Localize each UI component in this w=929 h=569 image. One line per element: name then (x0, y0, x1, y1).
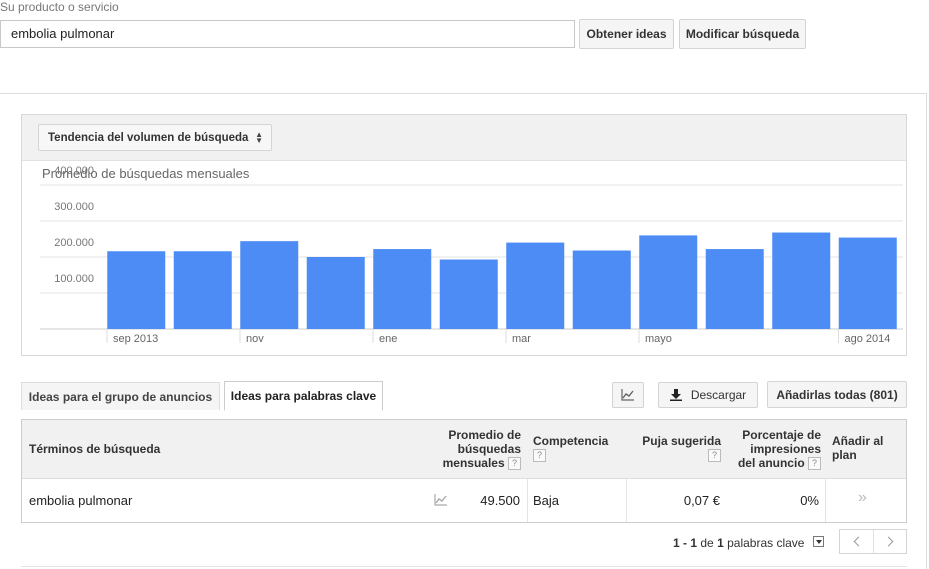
x-tick-label: nov (246, 333, 264, 345)
y-tick-label: 300.000 (54, 201, 94, 213)
bar-jun-2014[interactable] (705, 249, 764, 329)
keyword-table: Términos de búsqueda Promedio de búsqued… (21, 419, 907, 523)
x-tick-label: mar (512, 333, 531, 345)
add-to-plan-button[interactable]: » (858, 489, 867, 507)
add-all-button[interactable]: Añadirlas todas (801) (767, 381, 907, 408)
y-tick-label: 400.000 (54, 165, 94, 177)
download-button[interactable]: Descargar (658, 382, 758, 408)
row-impression-share: 0% (800, 493, 819, 508)
chevron-right-icon (883, 536, 894, 547)
bar-may-2014[interactable] (639, 235, 698, 329)
header-add-to-plan: Añadir al plan (832, 434, 883, 462)
bar-dic-2013[interactable] (306, 257, 365, 329)
tab-keyword-ideas-label: Ideas para palabras clave (230, 389, 377, 403)
header-ad-impression-share[interactable]: Porcentaje de impresiones del anuncio ? (726, 428, 821, 471)
download-icon (669, 389, 682, 401)
bar-abr-2014[interactable] (572, 250, 631, 329)
help-icon[interactable]: ? (708, 449, 721, 463)
row-cell-divider (825, 479, 826, 522)
x-tick-label: mayo (645, 333, 672, 345)
line-chart-icon (621, 389, 634, 401)
header-competition-label: Competencia (533, 434, 609, 448)
bar-nov-2013[interactable] (240, 241, 299, 329)
row-avg-searches: 49.500 (480, 493, 520, 508)
header-avg-searches[interactable]: Promedio de búsquedas mensuales ? (427, 428, 521, 471)
help-icon[interactable]: ? (533, 449, 546, 463)
caret-down-icon (815, 539, 822, 544)
bar-sep-2013[interactable] (107, 251, 166, 329)
pagination-total: 1 (717, 536, 724, 550)
pagination-unit: palabras clave (727, 536, 805, 550)
x-tick-label: ene (379, 333, 397, 345)
search-volume-chart: 100.000 200.000 300.000 400.000 sep 2013 nov e… (40, 165, 903, 345)
pagination-summary: 1 - 1 de 1 palabras clave (673, 536, 804, 550)
header-avg-line1: Promedio de (448, 428, 521, 442)
pagination-buttons (839, 529, 907, 554)
pagination-of: de (700, 536, 714, 550)
row-competition: Baja (533, 493, 560, 508)
header-bid-label: Puja sugerida (642, 434, 721, 448)
pagination-range: 1 - 1 (673, 536, 698, 550)
prev-page-button[interactable] (840, 530, 874, 553)
help-icon[interactable]: ? (508, 457, 521, 471)
bar-ago-2014[interactable] (838, 237, 897, 329)
row-term: embolia pulmonar (29, 493, 133, 508)
header-add-line2: plan (832, 448, 857, 462)
download-label: Descargar (690, 388, 747, 402)
chevron-left-icon (853, 536, 863, 547)
header-share-line3: del anuncio (737, 456, 805, 470)
tab-ad-group-ideas[interactable]: Ideas para el grupo de anuncios (21, 382, 220, 410)
header-search-terms[interactable]: Términos de búsqueda (29, 442, 160, 456)
row-cell-divider (527, 479, 528, 522)
header-add-line1: Añadir al (832, 434, 884, 448)
row-suggested-bid: 0,07 € (683, 493, 720, 508)
bar-ene-2014[interactable] (373, 249, 432, 329)
header-competition[interactable]: Competencia ? (533, 434, 609, 463)
bar-feb-2014[interactable] (439, 259, 498, 329)
bar-mar-2014[interactable] (506, 242, 565, 329)
header-suggested-bid[interactable]: Puja sugerida ? (626, 434, 721, 463)
header-share-line2: impresiones (750, 442, 821, 456)
header-avg-line2: búsquedas (457, 442, 521, 456)
chart-toggle-button[interactable] (612, 382, 644, 408)
x-tick-label: sep 2013 (113, 333, 158, 345)
tab-keyword-ideas[interactable]: Ideas para palabras clave (224, 381, 383, 411)
help-icon[interactable]: ? (808, 457, 821, 471)
table-row: embolia pulmonar 49.500 Baja 0,07 € 0% » (22, 479, 906, 522)
y-tick-label: 200.000 (54, 237, 94, 249)
header-avg-line3: mensuales (442, 456, 505, 470)
x-tick-label: ago 2014 (845, 333, 891, 345)
bottom-divider (21, 566, 907, 567)
y-tick-label: 100.000 (54, 273, 94, 285)
rows-per-page-dropdown[interactable] (813, 536, 824, 547)
tab-ad-group-ideas-label: Ideas para el grupo de anuncios (28, 389, 213, 404)
header-share-line1: Porcentaje de (742, 428, 821, 442)
bar-jul-2014[interactable] (772, 232, 831, 329)
next-page-button[interactable] (874, 530, 906, 553)
bar-oct-2013[interactable] (173, 251, 232, 329)
